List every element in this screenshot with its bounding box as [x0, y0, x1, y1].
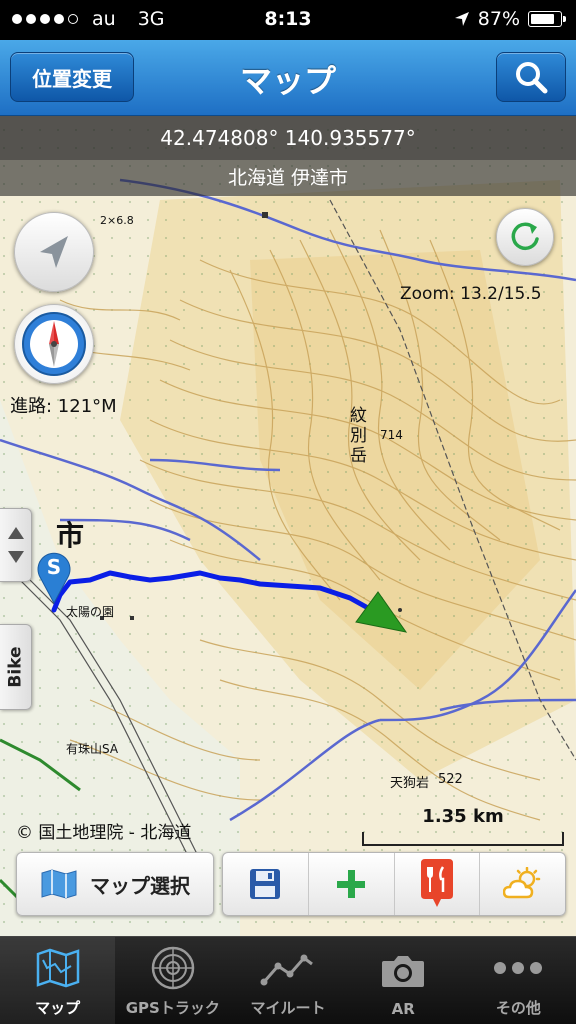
place-name: 北海道 伊達市	[0, 160, 576, 196]
map-icon	[41, 869, 77, 899]
scale-bar	[362, 832, 564, 846]
peak-label: 天狗岩	[390, 776, 430, 791]
page-title: マップ	[239, 62, 336, 100]
add-button[interactable]	[309, 853, 395, 915]
tab-gps-track[interactable]: GPSトラック	[115, 937, 230, 1024]
restaurant-button[interactable]	[395, 853, 481, 915]
tab-more[interactable]: その他	[461, 937, 576, 1024]
navigation-bar: 位置変更 マップ	[0, 40, 576, 116]
zoom-level: Zoom: 13.2/15.5	[400, 284, 542, 304]
location-arrow-icon	[40, 236, 68, 268]
elevation-label: 714	[380, 428, 403, 442]
route-icon	[260, 954, 313, 986]
weather-icon	[502, 867, 540, 899]
battery-fill	[531, 14, 554, 24]
bike-mode-label: Bike	[5, 646, 26, 688]
tab-map-label: マップ	[35, 999, 81, 1017]
radar-icon	[151, 946, 195, 990]
weather-button[interactable]	[480, 853, 565, 915]
save-button[interactable]	[223, 853, 309, 915]
tab-bar: マップ GPSトラック マイルート AR その他	[0, 936, 576, 1024]
tab-my-route[interactable]: マイルート	[230, 937, 345, 1024]
start-marker-label: S	[46, 555, 62, 579]
up-down-arrows-icon	[7, 527, 24, 563]
refresh-icon	[511, 222, 539, 251]
tab-gps-track-label: GPSトラック	[125, 999, 220, 1017]
search-button[interactable]	[496, 52, 566, 102]
camera-icon	[382, 956, 425, 987]
tab-ar[interactable]: AR	[346, 937, 461, 1024]
tab-my-route-label: マイルート	[250, 999, 326, 1017]
status-right: 87%	[454, 8, 566, 30]
tab-map[interactable]: マップ	[0, 937, 116, 1024]
compass-icon	[22, 312, 86, 376]
search-icon	[516, 62, 548, 94]
location-arrow-icon	[454, 12, 469, 26]
battery-percent: 87%	[477, 8, 520, 30]
sa-label: 有珠山SA	[66, 742, 119, 756]
map-select-button[interactable]: マップ選択	[16, 852, 214, 916]
refresh-button[interactable]	[496, 208, 554, 266]
heading-readout: 進路: 121°M	[10, 396, 117, 417]
restaurant-icon	[420, 859, 453, 907]
map-icon	[36, 948, 79, 988]
peak-elevation-label: 522	[438, 772, 463, 787]
map-copyright: © 国土地理院 - 北海道	[16, 823, 192, 843]
coordinates-readout: 42.474808° 140.935577°	[0, 116, 576, 160]
map-action-toolbar	[222, 852, 566, 916]
compass-button[interactable]	[14, 304, 94, 384]
map-mark-label: 2×6.8	[100, 214, 134, 227]
battery-icon	[528, 11, 566, 27]
bike-mode-tab[interactable]: Bike	[0, 624, 32, 710]
tab-ar-label: AR	[391, 1000, 415, 1018]
tab-more-label: その他	[495, 999, 541, 1017]
current-location-button[interactable]	[14, 212, 94, 292]
add-icon	[337, 870, 366, 898]
poi-label: 太陽の園	[66, 605, 115, 619]
city-label: 市	[56, 519, 85, 552]
mountain-label: 紋別岳	[350, 406, 367, 466]
more-icon	[494, 962, 543, 974]
save-icon	[250, 869, 281, 899]
scale-label: 1.35 km	[422, 806, 504, 827]
zoom-stepper[interactable]	[0, 508, 32, 582]
start-marker[interactable]: S	[36, 551, 72, 605]
status-bar: au 3G 8:13 87%	[0, 0, 576, 40]
map-select-label: マップ選択	[90, 873, 190, 898]
